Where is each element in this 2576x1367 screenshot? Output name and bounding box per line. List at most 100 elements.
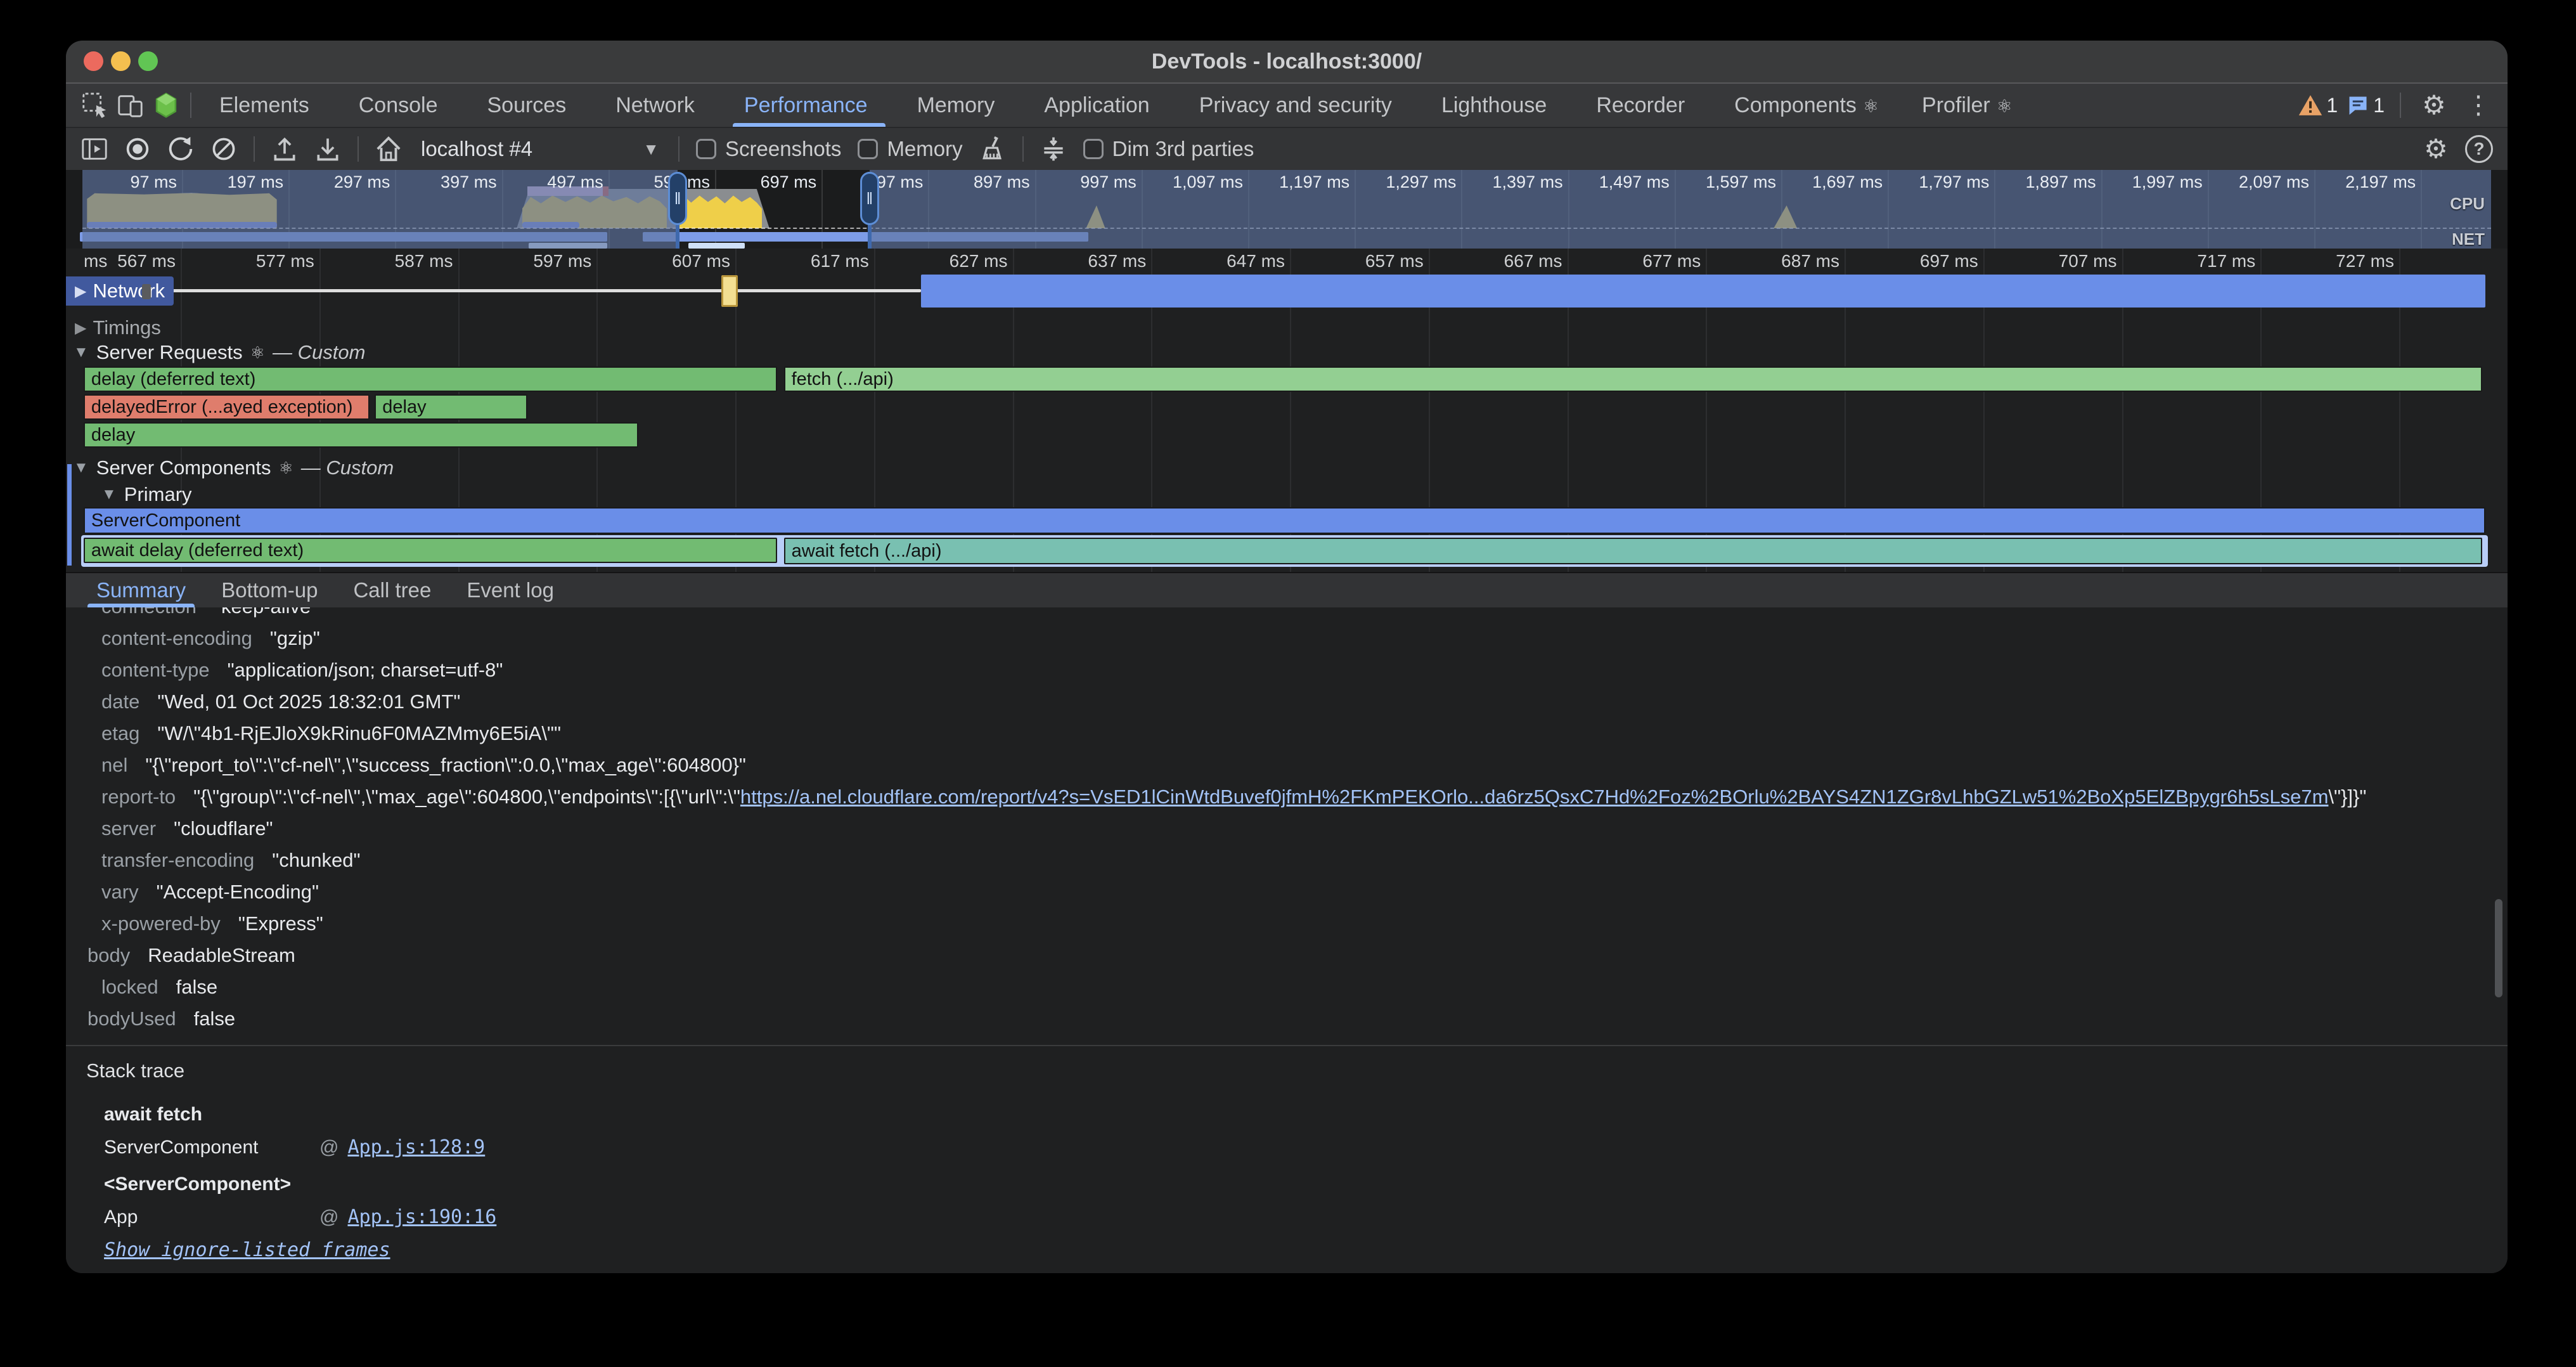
flame-bar-label: delay <box>376 396 526 418</box>
flame-bar-netbar[interactable] <box>921 275 2485 308</box>
panel-tab[interactable]: Privacy and security <box>1178 83 1420 127</box>
property-value: false <box>194 1007 235 1030</box>
disclosure-triangle-icon: ▼ <box>74 459 89 477</box>
inspect-element-icon[interactable] <box>77 89 113 122</box>
flame-bar-delay-deferred-text-[interactable]: delay (deferred text) <box>84 366 777 392</box>
track-network[interactable]: ▶ Network <box>66 276 174 306</box>
panel-tab[interactable]: Console <box>337 83 466 127</box>
separator <box>1022 136 1024 162</box>
panel-tab[interactable]: Application <box>1022 83 1177 127</box>
track-drag-grip[interactable] <box>142 284 151 299</box>
compress-timeline-icon[interactable] <box>1035 131 1072 167</box>
header-value: "Wed, 01 Oct 2025 18:32:01 GMT" <box>157 690 460 713</box>
collect-garbage-icon[interactable] <box>974 131 1011 167</box>
settings-gear-icon[interactable]: ⚙ <box>2416 89 2452 122</box>
kebab-menu-icon[interactable]: ⋮ <box>2461 89 2496 122</box>
axis-tick-label: 637 ms <box>999 251 1146 271</box>
details-tab[interactable]: Summary <box>79 573 203 608</box>
panel-tab[interactable]: Components⚛ <box>1713 83 1900 127</box>
device-toolbar-icon[interactable] <box>113 89 148 122</box>
panel-tab[interactable]: Sources <box>465 83 594 127</box>
panel-tab[interactable]: Memory <box>896 83 1023 127</box>
panel-tab[interactable]: Lighthouse <box>1420 83 1575 127</box>
axis-tick-label: 707 ms <box>1970 251 2117 271</box>
flame-bar-servercomponent[interactable]: ServerComponent <box>84 507 2485 534</box>
screenshots-checkbox[interactable]: Screenshots <box>696 137 841 161</box>
messages-badge[interactable]: 1 <box>2347 94 2385 117</box>
report-endpoint-link[interactable]: https://a.nel.cloudflare.com/report/v4?s… <box>740 786 2328 808</box>
header-key: connection <box>101 607 196 618</box>
details-tab[interactable]: Bottom-up <box>203 573 335 608</box>
react-atom-icon: ⚛ <box>278 458 293 478</box>
server-components-row[interactable]: ServerComponent <box>82 507 2491 534</box>
summary-details-pane[interactable]: connection"keep-alive" content-encoding"… <box>66 607 2508 1273</box>
desktop: DevTools - localhost:3000/ ElementsConso… <box>0 0 2576 1367</box>
titlebar: DevTools - localhost:3000/ <box>66 41 2508 82</box>
details-tab[interactable]: Event log <box>449 573 572 608</box>
checkbox-box <box>858 139 878 159</box>
flame-bar-label: await fetch (.../api) <box>785 539 2482 563</box>
panel-tab[interactable]: Profiler⚛ <box>1900 83 2034 127</box>
axis-tick-label: 2,197 ms <box>2269 172 2416 192</box>
flame-bar-candle[interactable] <box>721 275 738 307</box>
custom-suffix: — Custom <box>273 341 365 364</box>
property-row: bodyReadableStream <box>66 940 2508 971</box>
flame-chart[interactable]: ms 567 ms577 ms587 ms597 ms607 ms617 ms6… <box>66 249 2508 572</box>
track-network-label: Network <box>93 280 165 302</box>
stack-frame-name: App <box>104 1201 319 1234</box>
section-accent-line <box>67 464 72 566</box>
axis-tick-label: 597 ms <box>444 251 591 271</box>
header-value: "{\"report_to\":\"cf-nel\",\"success_fra… <box>145 754 746 776</box>
panel-tab[interactable]: Network <box>594 83 723 127</box>
track-timings[interactable]: ▶ Timings <box>66 313 170 342</box>
flame-bar-delay[interactable]: delay <box>375 394 527 420</box>
show-ignore-listed-frames-link[interactable]: Show ignore-listed frames <box>66 1234 2508 1267</box>
flame-bar-await-delay-deferred-text-[interactable]: await delay (deferred text) <box>84 538 777 563</box>
flame-bar-netline[interactable] <box>94 289 921 292</box>
panel-tab[interactable]: Recorder <box>1575 83 1713 127</box>
section-primary[interactable]: ▼ Primary <box>94 483 192 506</box>
section-server-requests[interactable]: ▼ Server Requests ⚛ — Custom <box>66 341 365 364</box>
details-tab[interactable]: Call tree <box>335 573 449 608</box>
server-requests-row[interactable]: delay <box>82 422 2491 448</box>
timeline-overview[interactable]: 97 ms197 ms297 ms397 ms497 ms597 ms697 m… <box>66 170 2508 249</box>
flame-bar-delayederror-ayed-exception-[interactable]: delayedError (...ayed exception) <box>84 394 370 420</box>
flame-bar-delay[interactable]: delay <box>84 422 638 448</box>
panel-tab-label: Network <box>615 93 695 117</box>
dim-3rd-parties-checkbox[interactable]: Dim 3rd parties <box>1083 137 1254 161</box>
server-requests-row[interactable]: delay (deferred text) fetch (.../api) <box>82 366 2491 392</box>
record-icon[interactable] <box>119 131 156 167</box>
record-and-reload-icon[interactable] <box>162 131 199 167</box>
header-value: "Express" <box>238 912 323 935</box>
panel-tab[interactable]: Elements <box>198 83 337 127</box>
stack-frame-name: <ServerComponent> <box>104 1174 291 1195</box>
header-row: vary"Accept-Encoding" <box>66 876 2508 908</box>
server-components-row[interactable]: await delay (deferred text) await fetch (… <box>82 538 2491 564</box>
download-profile-icon[interactable] <box>309 131 346 167</box>
clear-icon[interactable] <box>205 131 242 167</box>
selection-handle-left[interactable]: ‖ <box>668 172 687 225</box>
flame-bar-await-fetch-api-[interactable]: await fetch (.../api) <box>784 538 2483 564</box>
source-location-link[interactable]: App.js:190:16 <box>347 1206 496 1228</box>
toggle-sidebar-icon[interactable] <box>76 131 113 167</box>
selection-handle-right[interactable]: ‖ <box>860 172 879 225</box>
warnings-badge[interactable]: 1 <box>2298 94 2338 117</box>
panel-tab[interactable]: Performance <box>723 83 896 127</box>
details-scrollbar-thumb[interactable] <box>2495 899 2502 997</box>
flame-bar-fetch-api-[interactable]: fetch (.../api) <box>784 366 2483 392</box>
history-select[interactable]: localhost #4 ▼ <box>413 131 667 167</box>
server-requests-row[interactable]: delayedError (...ayed exception) delay <box>82 394 2491 420</box>
home-icon[interactable] <box>370 131 407 167</box>
help-icon[interactable]: ? <box>2461 131 2497 167</box>
react-atom-icon: ⚛ <box>1863 96 1879 116</box>
upload-profile-icon[interactable] <box>266 131 303 167</box>
network-lane[interactable] <box>82 274 2491 308</box>
capture-settings-gear-icon[interactable]: ⚙ <box>2418 131 2454 167</box>
source-location-link[interactable]: App.js:128:9 <box>347 1136 485 1158</box>
memory-checkbox[interactable]: Memory <box>858 137 962 161</box>
extension-icon[interactable] <box>148 89 184 122</box>
section-server-components[interactable]: ▼ Server Components ⚛ — Custom <box>66 457 394 479</box>
axis-tick-label: 677 ms <box>1554 251 1701 271</box>
separator <box>190 93 191 118</box>
property-key: bodyUsed <box>87 1007 176 1030</box>
